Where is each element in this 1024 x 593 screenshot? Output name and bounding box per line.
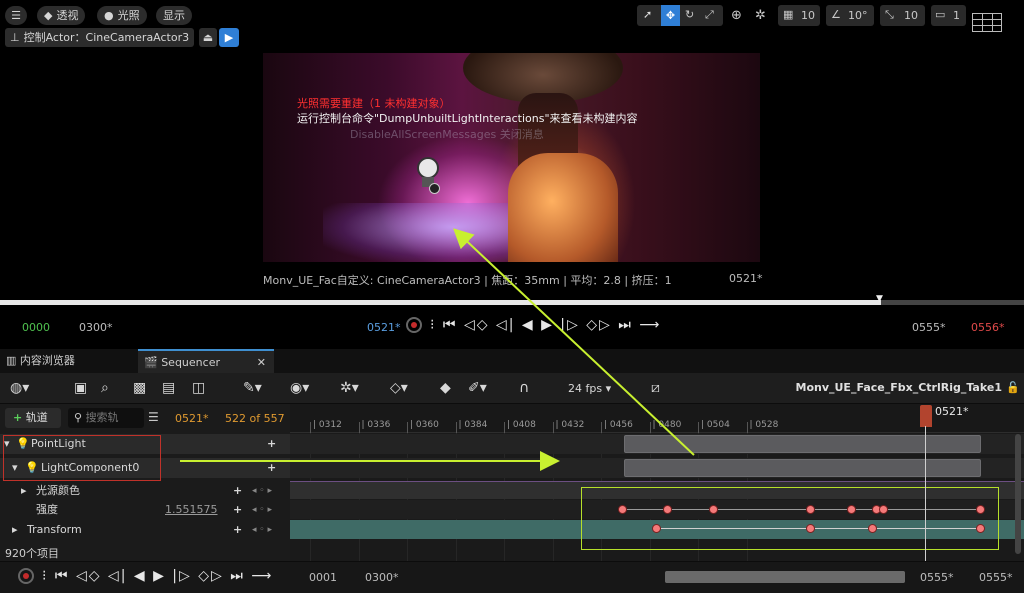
arrow-to-light xyxy=(453,228,695,456)
annotation-arrows xyxy=(180,228,695,471)
